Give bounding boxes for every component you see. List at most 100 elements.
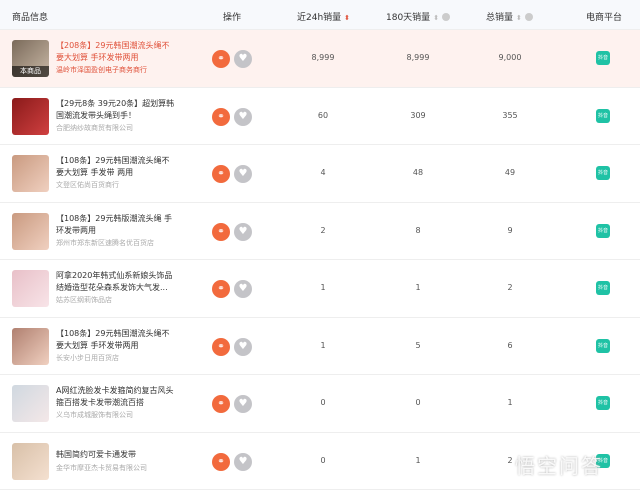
col-product: 商品信息 <box>12 13 49 23</box>
link-button[interactable]: ⚭ <box>212 165 230 183</box>
heart-icon: ♥ <box>238 225 248 237</box>
favorite-button[interactable]: ♥ <box>234 107 252 126</box>
table-row[interactable]: 【108条】29元韩国潮流头绳不要大划算 手发带 两用 文登区佑尚百货商行 ⚭ … <box>0 145 640 203</box>
sales-24h: 60 <box>317 110 329 120</box>
heart-icon: ♥ <box>238 455 248 467</box>
platform-badge[interactable]: 抖音 <box>596 338 610 353</box>
sales-180d: 48 <box>412 168 424 177</box>
sales-24h: 1 <box>320 340 326 350</box>
product-image[interactable] <box>12 327 49 365</box>
sales-24h: 0 <box>320 398 326 407</box>
sales-180d: 0 <box>415 398 421 407</box>
sort-icon[interactable]: ⬍ <box>433 14 439 22</box>
sales-180d: 5 <box>415 340 421 350</box>
link-button[interactable]: ⚭ <box>212 107 230 126</box>
table-row[interactable]: 本商品 【208条】29元韩国潮流头绳不要大划算 手环发带两用 温岭市泽国盈创电… <box>0 30 640 88</box>
shop-name[interactable]: 义乌市成城服饰有限公司 <box>56 410 133 420</box>
product-image[interactable] <box>12 155 49 192</box>
link-button[interactable]: ⚭ <box>212 337 230 356</box>
col-action: 操作 <box>223 13 242 23</box>
link-icon: ⚭ <box>217 169 225 179</box>
product-title[interactable]: 【108条】29元韩版潮流头绳 手环发带两用 <box>56 213 176 237</box>
shop-name[interactable]: 合肥纳纱故商贸有限公司 <box>56 123 133 133</box>
product-title[interactable]: 【208条】29元韩国潮流头绳不要大划算 手环发带两用 <box>56 40 176 64</box>
sales-total: 9 <box>507 225 513 235</box>
info-icon[interactable] <box>442 13 451 21</box>
favorite-button[interactable]: ♥ <box>234 452 252 471</box>
product-image[interactable] <box>12 97 49 135</box>
sort-icon[interactable]: ⬍ <box>516 14 522 22</box>
product-image[interactable] <box>12 270 49 307</box>
table-row[interactable]: 【29元8条 39元20条】超划算韩国潮流发带头绳到手！ 合肥纳纱故商贸有限公司… <box>0 88 640 145</box>
favorite-button[interactable]: ♥ <box>234 395 252 413</box>
favorite-button[interactable]: ♥ <box>234 50 252 68</box>
link-button[interactable]: ⚭ <box>212 280 230 298</box>
favorite-button[interactable]: ♥ <box>234 165 252 183</box>
link-icon: ⚭ <box>217 456 225 467</box>
sort-icon[interactable]: ⬍ <box>344 14 350 22</box>
link-icon: ⚭ <box>217 54 225 64</box>
sales-24h: 8,999 <box>311 53 335 62</box>
current-product-tag: 本商品 <box>12 66 49 77</box>
col-180d[interactable]: 180天销量 ⬍ <box>386 10 451 23</box>
sales-24h: 1 <box>320 283 326 292</box>
shop-name[interactable]: 长安小步日用百货店 <box>56 353 119 363</box>
sales-total: 355 <box>502 110 518 120</box>
link-button[interactable]: ⚭ <box>212 50 230 68</box>
favorite-button[interactable]: ♥ <box>234 337 252 356</box>
shop-name[interactable]: 文登区佑尚百货商行 <box>56 180 119 190</box>
platform-badge[interactable]: 抖音 <box>596 166 610 180</box>
sales-180d: 1 <box>415 283 421 292</box>
link-button[interactable]: ⚭ <box>212 452 230 471</box>
platform-badge[interactable]: 抖音 <box>596 51 610 65</box>
product-title[interactable]: 韩国简约可爱卡通发带 <box>56 449 176 461</box>
product-title[interactable]: 【29元8条 39元20条】超划算韩国潮流发带头绳到手！ <box>56 98 176 122</box>
platform-badge[interactable]: 抖音 <box>596 396 610 410</box>
sales-180d: 8 <box>415 225 421 235</box>
table-row[interactable]: 【108条】29元韩国潮流头绳不要大划算 手环发带两用 长安小步日用百货店 ⚭ … <box>0 318 640 375</box>
sales-24h: 0 <box>320 455 326 465</box>
platform-badge[interactable]: 抖音 <box>596 223 610 238</box>
product-title[interactable]: A网红洗脸发卡发箍简约复古风头箍百搭发卡发带潮流百搭 <box>56 385 176 409</box>
product-title[interactable]: 【108条】29元韩国潮流头绳不要大划算 手发带 两用 <box>56 155 176 179</box>
heart-icon: ♥ <box>238 168 248 179</box>
sales-total: 1 <box>507 398 513 407</box>
product-image[interactable] <box>12 385 49 422</box>
product-image[interactable]: 本商品 <box>12 40 49 77</box>
col-total[interactable]: 总销量 ⬍ <box>486 10 533 23</box>
product-image[interactable] <box>12 212 49 250</box>
sales-total: 9,000 <box>498 53 522 62</box>
favorite-button[interactable]: ♥ <box>234 222 252 241</box>
link-icon: ⚭ <box>217 341 225 352</box>
col-24h[interactable]: 近24h销量 ⬍ <box>297 10 350 23</box>
product-title[interactable]: 【108条】29元韩国潮流头绳不要大划算 手环发带两用 <box>56 328 176 352</box>
product-image[interactable] <box>12 442 49 480</box>
table-row[interactable]: 阿拿2020年韩式仙系新娘头饰品结婚造型花朵森系发饰大气发... 姑苏区纲莉饰品… <box>0 260 640 318</box>
platform-badge[interactable]: 抖音 <box>596 281 610 295</box>
platform-badge[interactable]: 抖音 <box>596 108 610 123</box>
heart-icon: ♥ <box>238 53 248 64</box>
sales-total: 49 <box>504 168 516 177</box>
heart-icon: ♥ <box>238 283 248 294</box>
watermark: 悟空问答 <box>515 454 603 478</box>
table-row[interactable]: A网红洗脸发卡发箍简约复古风头箍百搭发卡发带潮流百搭 义乌市成城服饰有限公司 ⚭… <box>0 375 640 433</box>
shop-name[interactable]: 温岭市泽国盈创电子商务商行 <box>56 65 147 75</box>
product-title[interactable]: 阿拿2020年韩式仙系新娘头饰品结婚造型花朵森系发饰大气发... <box>56 270 176 294</box>
link-button[interactable]: ⚭ <box>212 395 230 413</box>
shop-name[interactable]: 姑苏区纲莉饰品店 <box>56 295 112 305</box>
favorite-button[interactable]: ♥ <box>234 280 252 298</box>
shop-name[interactable]: 金华市摩亚杰卡贸易有限公司 <box>56 463 147 473</box>
link-icon: ⚭ <box>217 111 225 122</box>
link-button[interactable]: ⚭ <box>212 222 230 241</box>
info-icon[interactable] <box>524 13 533 21</box>
sales-total: 2 <box>507 283 513 292</box>
heart-icon: ♥ <box>238 110 248 122</box>
table-row[interactable]: 【108条】29元韩版潮流头绳 手环发带两用 郑州市郑东新区速腾名优百货店 ⚭ … <box>0 203 640 260</box>
heart-icon: ♥ <box>238 398 248 409</box>
sales-180d: 309 <box>410 110 426 120</box>
sales-180d: 1 <box>415 455 421 465</box>
shop-name[interactable]: 郑州市郑东新区速腾名优百货店 <box>56 238 154 248</box>
sales-total: 6 <box>507 340 513 350</box>
col-platform: 电商平台 <box>586 13 623 23</box>
sales-180d: 8,999 <box>406 53 430 62</box>
